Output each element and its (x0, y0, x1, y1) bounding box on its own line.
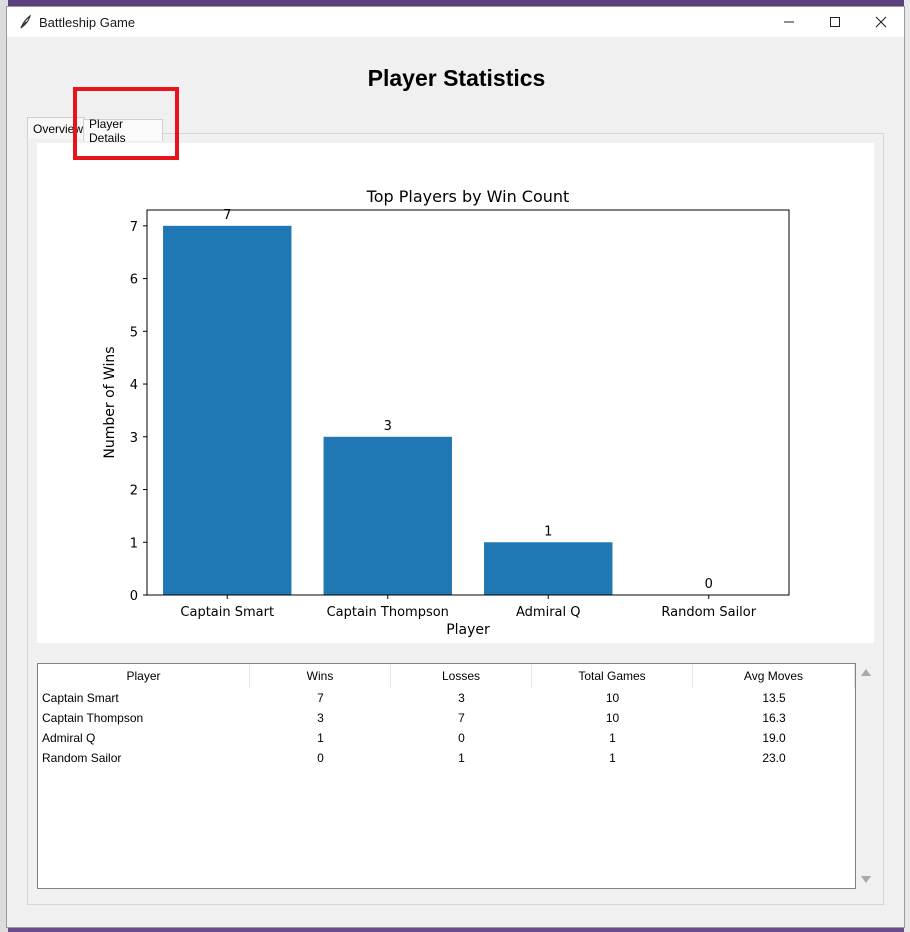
title-bar[interactable]: Battleship Game (7, 7, 904, 37)
bar-0 (163, 225, 292, 596)
y-tick-label: 4 (130, 378, 138, 393)
x-axis-label: Player (446, 622, 490, 638)
table-cell: 23.0 (762, 751, 786, 765)
scroll-down-icon[interactable] (861, 876, 871, 883)
y-tick-label: 1 (130, 536, 138, 551)
y-tick-label: 5 (130, 325, 138, 340)
table-cell: 10 (605, 691, 620, 705)
y-tick-label: 0 (130, 589, 138, 604)
column-header[interactable]: Player (38, 664, 250, 688)
table-cell: 7 (317, 691, 324, 705)
table-cell: 3 (458, 691, 465, 705)
table-row[interactable]: Captain Thompson 3 7 10 16.3 (38, 708, 855, 728)
x-tick-label: Captain Smart (180, 605, 274, 620)
table-scrollbar[interactable] (856, 663, 874, 889)
table-cell: 1 (609, 751, 616, 765)
scroll-up-icon[interactable] (861, 669, 871, 676)
stats-table[interactable]: Player Wins Losses Total Games Avg Moves Cap… (37, 663, 856, 889)
table-cell: 13.5 (762, 691, 786, 705)
table-header: Player Wins Losses Total Games Avg Moves (38, 664, 855, 688)
table-cell: 7 (458, 711, 465, 725)
y-tick-label: 2 (130, 484, 138, 499)
close-button[interactable] (858, 7, 904, 37)
table-cell: 19.0 (762, 731, 786, 745)
column-header[interactable]: Avg Moves (693, 664, 855, 688)
column-header[interactable]: Wins (250, 664, 391, 688)
y-tick-label: 7 (130, 220, 138, 235)
table-cell: 16.3 (762, 711, 786, 725)
table-cell: 0 (458, 731, 465, 745)
table-cell: Admiral Q (42, 731, 96, 745)
table-row[interactable]: Admiral Q 1 0 1 19.0 (38, 728, 855, 748)
highlight-box (73, 87, 179, 160)
chart-title: Top Players by Win Count (366, 187, 570, 206)
y-tick-label: 3 (130, 431, 138, 446)
bar-value-label: 1 (544, 524, 552, 539)
minimize-icon (784, 21, 794, 23)
bar-value-label: 3 (384, 419, 392, 434)
y-axis-label: Number of Wins (102, 346, 118, 458)
x-tick-label: Captain Thompson (327, 605, 449, 620)
column-header[interactable]: Losses (391, 664, 532, 688)
table-cell: 1 (317, 731, 324, 745)
table-cell: Random Sailor (42, 751, 122, 765)
table-cell: 0 (317, 751, 324, 765)
table-cell: Captain Smart (42, 691, 119, 705)
table-cell: 1 (458, 751, 465, 765)
bar-chart: Top Players by Win Count 7 Captain Smart 3 C… (102, 187, 790, 638)
y-tick-label: 6 (130, 273, 138, 288)
bar-2 (484, 542, 613, 595)
table-cell: 3 (317, 711, 324, 725)
window-title: Battleship Game (39, 14, 136, 30)
table-row[interactable]: Random Sailor 0 1 1 23.0 (38, 748, 855, 768)
chart-area: Top Players by Win Count 7 Captain Smart 3 C… (37, 143, 874, 643)
bar-value-label: 0 (705, 577, 713, 592)
feather-icon (17, 14, 33, 30)
table-cell: 10 (605, 711, 620, 725)
x-tick-label: Random Sailor (661, 605, 756, 620)
column-header[interactable]: Total Games (532, 664, 693, 688)
table-cell: 1 (609, 731, 616, 745)
bar-1 (323, 436, 452, 595)
minimize-button[interactable] (766, 7, 812, 37)
app-window: Battleship Game Player Statistics Overvi… (6, 6, 905, 928)
table-row[interactable]: Captain Smart 7 3 10 13.5 (38, 688, 855, 708)
maximize-icon (830, 17, 840, 27)
close-icon (875, 16, 887, 28)
maximize-button[interactable] (812, 7, 858, 37)
x-tick-label: Admiral Q (516, 605, 580, 620)
table-cell: Captain Thompson (42, 711, 144, 725)
